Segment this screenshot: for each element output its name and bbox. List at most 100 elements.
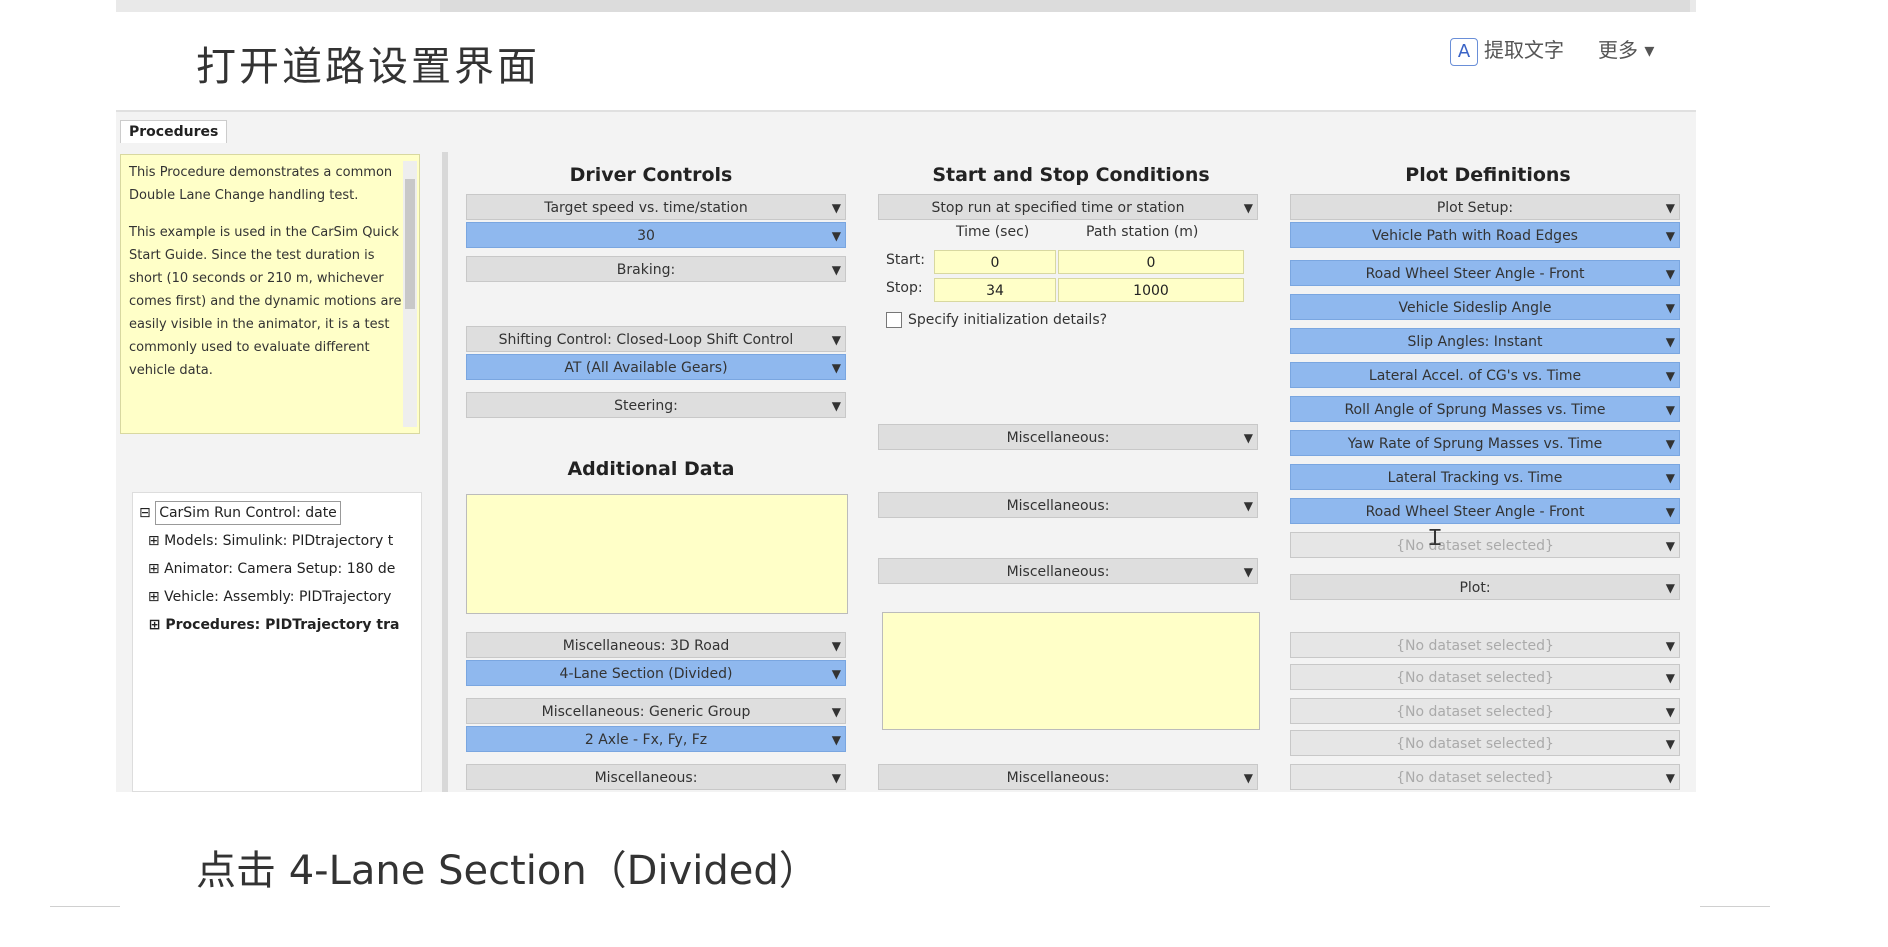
start-stop-title: Start and Stop Conditions xyxy=(932,164,1210,186)
driver-controls-title: Driver Controls xyxy=(569,164,733,186)
tab-procedures[interactable]: Procedures xyxy=(120,120,228,143)
lane-section-dropdown[interactable]: 4-Lane Section (Divided) ▼ xyxy=(466,660,846,686)
dropdown-arrow-icon: ▼ xyxy=(1665,771,1675,785)
steering-dropdown[interactable]: Steering: ▼ xyxy=(466,392,846,418)
dropdown-arrow-icon: ▼ xyxy=(1243,565,1253,579)
dropdown-arrow-icon: ▼ xyxy=(831,733,841,747)
tree-root[interactable]: ⊟ CarSim Run Control: date xyxy=(139,499,415,527)
dropdown-arrow-icon: ▼ xyxy=(1243,499,1253,513)
axle-dropdown[interactable]: 2 Axle - Fx, Fy, Fz ▼ xyxy=(466,726,846,752)
stop-time-field[interactable]: 34 xyxy=(934,278,1056,302)
plot-item-5[interactable]: Roll Angle of Sprung Masses vs. Time ▼ xyxy=(1290,396,1680,422)
dropdown-arrow-icon: ▼ xyxy=(1665,505,1675,519)
plot-definitions-title: Plot Definitions xyxy=(1405,164,1571,186)
misc-road-dropdown[interactable]: Miscellaneous: 3D Road ▼ xyxy=(466,632,846,658)
extract-text-button[interactable]: A 提取文字 xyxy=(1450,34,1564,66)
dropdown-arrow-icon: ▼ xyxy=(831,333,841,347)
notes-panel: This Procedure demonstrates a common Dou… xyxy=(120,154,420,434)
plot-setup-dropdown[interactable]: Plot Setup: ▼ xyxy=(1290,194,1680,220)
top-strip-inner xyxy=(440,0,1690,12)
plot-item-8[interactable]: Road Wheel Steer Angle - Front ▼ xyxy=(1290,498,1680,524)
stop-path-field[interactable]: 1000 xyxy=(1058,278,1244,302)
plot-item-4[interactable]: Lateral Accel. of CG's vs. Time ▼ xyxy=(1290,362,1680,388)
start-label: Start: xyxy=(886,252,925,268)
more-button[interactable]: 更多 ▾ xyxy=(1598,34,1654,66)
notes-scrollbar[interactable] xyxy=(403,161,417,427)
plot-item-0[interactable]: Vehicle Path with Road Edges ▼ xyxy=(1290,222,1680,248)
dropdown-arrow-icon: ▼ xyxy=(1243,771,1253,785)
startstop-textarea[interactable] xyxy=(882,612,1260,730)
plot-item-6[interactable]: Yaw Rate of Sprung Masses vs. Time ▼ xyxy=(1290,430,1680,456)
misc-dropdown-2[interactable]: Miscellaneous: ▼ xyxy=(878,492,1258,518)
dropdown-arrow-icon: ▼ xyxy=(831,705,841,719)
page-title: 打开道路设置界面 xyxy=(196,44,540,90)
start-path-field[interactable]: 0 xyxy=(1058,250,1244,274)
tree-item[interactable]: ⊞ Animator: Camera Setup: 180 de xyxy=(139,555,415,583)
dropdown-arrow-icon: ▼ xyxy=(831,229,841,243)
col-path-label: Path station (m) xyxy=(1086,224,1199,240)
dropdown-arrow-icon: ▼ xyxy=(1665,639,1675,653)
note-paragraph: This example is used in the CarSim Quick… xyxy=(129,225,402,378)
plot-button-dropdown[interactable]: Plot: ▼ xyxy=(1290,574,1680,600)
additional-data-textarea[interactable] xyxy=(466,494,848,614)
misc-dropdown-1[interactable]: Miscellaneous: ▼ xyxy=(878,424,1258,450)
stop-label: Stop: xyxy=(886,280,923,296)
dropdown-arrow-icon: ▼ xyxy=(1665,471,1675,485)
speed-mode-dropdown[interactable]: Target speed vs. time/station ▼ xyxy=(466,194,846,220)
dropdown-arrow-icon: ▼ xyxy=(1665,671,1675,685)
no-dataset-dropdown[interactable]: {No dataset selected} ▼ xyxy=(1290,730,1680,756)
braking-dropdown[interactable]: Braking: ▼ xyxy=(466,256,846,282)
no-dataset-dropdown[interactable]: {No dataset selected} ▼ xyxy=(1290,532,1680,558)
dropdown-arrow-icon: ▼ xyxy=(831,263,841,277)
carsim-screenshot: Procedures This Procedure demonstrates a… xyxy=(116,110,1696,792)
chevron-down-icon: ▾ xyxy=(1644,38,1655,62)
plot-item-2[interactable]: Vehicle Sideslip Angle ▼ xyxy=(1290,294,1680,320)
dropdown-arrow-icon: ▼ xyxy=(1665,301,1675,315)
misc-dropdown-4[interactable]: Miscellaneous: ▼ xyxy=(878,764,1258,790)
col-time-label: Time (sec) xyxy=(956,224,1030,240)
dropdown-arrow-icon: ▼ xyxy=(1665,267,1675,281)
stop-mode-dropdown[interactable]: Stop run at specified time or station ▼ xyxy=(878,194,1258,220)
dropdown-arrow-icon: ▼ xyxy=(1665,201,1675,215)
text-extract-icon: A xyxy=(1450,38,1478,66)
dropdown-arrow-icon: ▼ xyxy=(1665,437,1675,451)
top-buttons: A 提取文字 更多 ▾ xyxy=(1450,34,1654,66)
dropdown-arrow-icon: ▼ xyxy=(831,667,841,681)
plot-item-1[interactable]: Road Wheel Steer Angle - Front ▼ xyxy=(1290,260,1680,286)
misc-dropdown-3[interactable]: Miscellaneous: ▼ xyxy=(878,558,1258,584)
dropdown-arrow-icon: ▼ xyxy=(1665,539,1675,553)
dropdown-arrow-icon: ▼ xyxy=(1665,369,1675,383)
dropdown-arrow-icon: ▼ xyxy=(831,399,841,413)
no-dataset-dropdown[interactable]: {No dataset selected} ▼ xyxy=(1290,698,1680,724)
dropdown-arrow-icon: ▼ xyxy=(1665,229,1675,243)
misc-bottom-dropdown[interactable]: Miscellaneous: ▼ xyxy=(466,764,846,790)
dropdown-arrow-icon: ▼ xyxy=(831,361,841,375)
no-dataset-dropdown[interactable]: {No dataset selected} ▼ xyxy=(1290,764,1680,790)
speed-value-dropdown[interactable]: 30 ▼ xyxy=(466,222,846,248)
dropdown-arrow-icon: ▼ xyxy=(1243,431,1253,445)
panel-divider[interactable] xyxy=(442,152,448,792)
dropdown-arrow-icon: ▼ xyxy=(831,639,841,653)
gears-dropdown[interactable]: AT (All Available Gears) ▼ xyxy=(466,354,846,380)
shifting-dropdown[interactable]: Shifting Control: Closed-Loop Shift Cont… xyxy=(466,326,846,352)
tree-item[interactable]: ⊞ Vehicle: Assembly: PIDTrajectory xyxy=(139,583,415,611)
start-time-field[interactable]: 0 xyxy=(934,250,1056,274)
plot-item-3[interactable]: Slip Angles: Instant ▼ xyxy=(1290,328,1680,354)
checkbox-box[interactable] xyxy=(886,312,902,328)
tree-item[interactable]: ⊞ Models: Simulink: PIDtrajectory t xyxy=(139,527,415,555)
dropdown-arrow-icon: ▼ xyxy=(1665,581,1675,595)
scroll-thumb[interactable] xyxy=(405,179,415,309)
run-control-tree: ⊟ CarSim Run Control: date ⊞ Models: Sim… xyxy=(132,492,422,792)
no-dataset-dropdown[interactable]: {No dataset selected} ▼ xyxy=(1290,632,1680,658)
note-paragraph: This Procedure demonstrates a common Dou… xyxy=(129,165,393,203)
no-dataset-dropdown[interactable]: {No dataset selected} ▼ xyxy=(1290,664,1680,690)
additional-data-title: Additional Data xyxy=(567,458,735,480)
plot-item-7[interactable]: Lateral Tracking vs. Time ▼ xyxy=(1290,464,1680,490)
dropdown-arrow-icon: ▼ xyxy=(1665,705,1675,719)
init-checkbox[interactable]: Specify initialization details? xyxy=(886,312,1107,328)
dropdown-arrow-icon: ▼ xyxy=(1665,737,1675,751)
misc-generic-dropdown[interactable]: Miscellaneous: Generic Group ▼ xyxy=(466,698,846,724)
dropdown-arrow-icon: ▼ xyxy=(831,771,841,785)
page-corner xyxy=(50,906,120,947)
tree-item[interactable]: ⊞ Procedures: PIDTrajectory tra xyxy=(139,611,415,639)
